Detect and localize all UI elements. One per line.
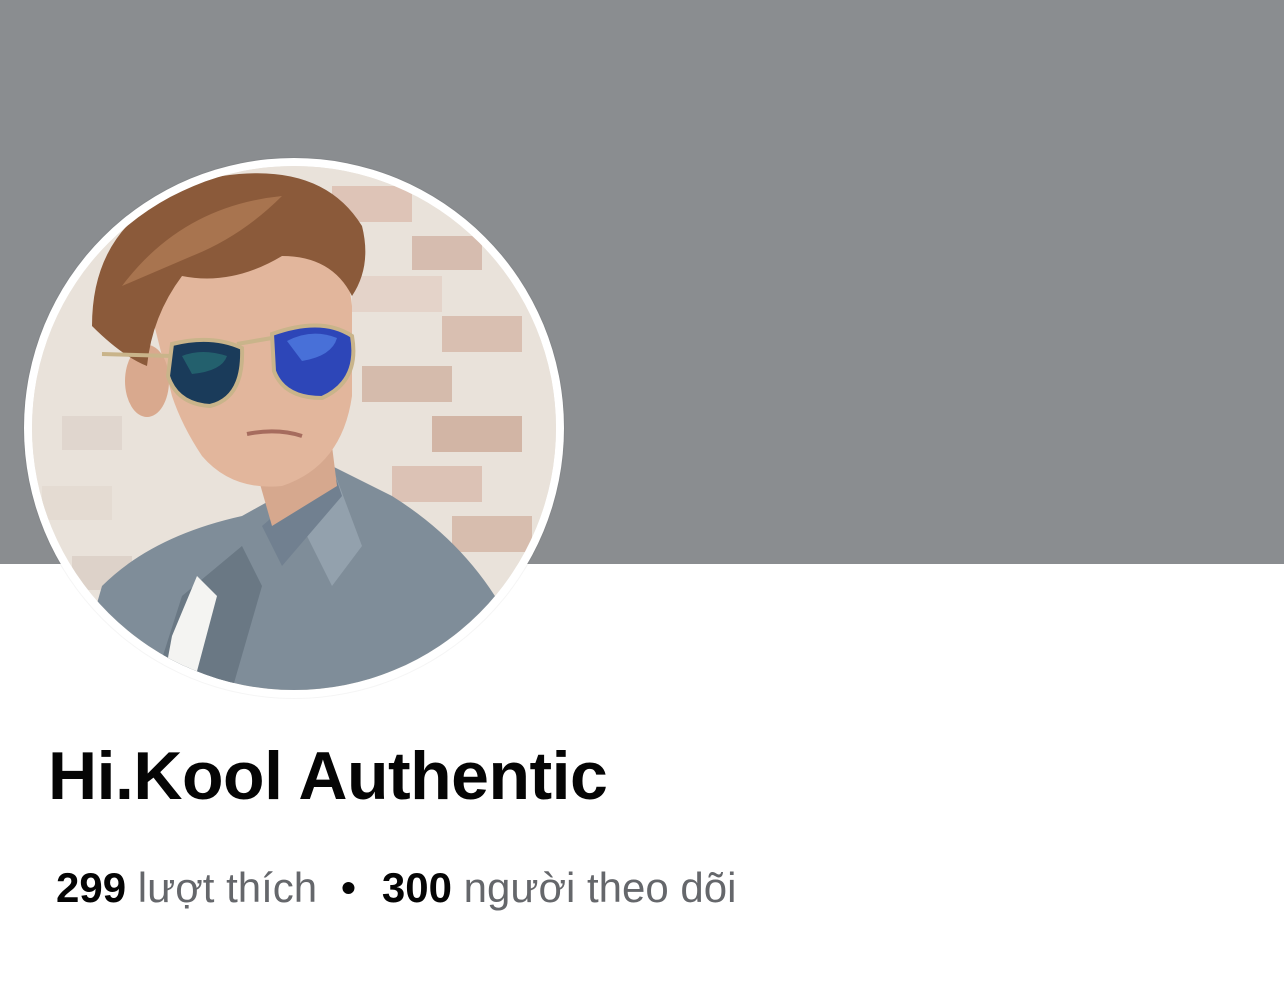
followers-count: 300 (381, 864, 452, 911)
followers-label: người theo dõi (463, 864, 737, 911)
profile-header: Hi.Kool Authentic 299 lượt thích • 300 ngư… (0, 0, 1284, 998)
likes-count: 299 (56, 864, 127, 911)
profile-picture-frame (24, 158, 564, 698)
stats-separator: • (341, 864, 356, 911)
followers-stat[interactable]: 300 người theo dõi (382, 864, 737, 911)
profile-picture[interactable] (32, 166, 556, 690)
page-stats: 299 lượt thích • 300 người theo dõi (56, 862, 736, 914)
page-name[interactable]: Hi.Kool Authentic (48, 736, 608, 816)
likes-label: lượt thích (137, 864, 318, 911)
likes-stat[interactable]: 299 lượt thích (56, 864, 317, 911)
